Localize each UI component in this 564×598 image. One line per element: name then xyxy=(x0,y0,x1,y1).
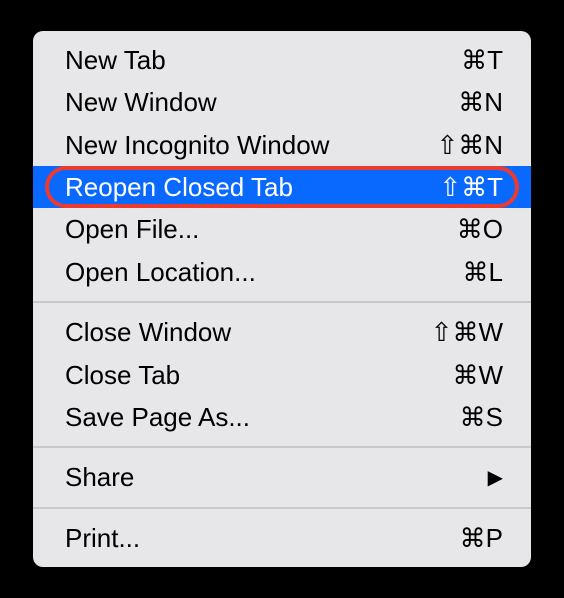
menu-item-shortcut: ⌘S xyxy=(460,399,503,435)
menu-item-shortcut: ⇧⌘W xyxy=(431,314,503,350)
menu-item-shortcut: ⌘W xyxy=(452,357,503,393)
menu-item-print[interactable]: Print...⌘P xyxy=(33,517,531,559)
menu-item-shortcut: ⌘P xyxy=(460,520,503,556)
menu-item-close-tab[interactable]: Close Tab⌘W xyxy=(33,354,531,396)
menu-item-shortcut: ⌘N xyxy=(458,84,503,120)
menu-item-shortcut: ⇧⌘N xyxy=(436,127,503,163)
menu-item-shortcut: ⌘O xyxy=(457,211,503,247)
menu-separator xyxy=(33,507,531,509)
menu-item-share[interactable]: Share▶ xyxy=(33,456,531,498)
menu-item-shortcut: ⌘L xyxy=(463,254,503,290)
menu-item-label: New Tab xyxy=(65,42,461,78)
menu-item-new-incognito-window[interactable]: New Incognito Window⇧⌘N xyxy=(33,124,531,166)
menu-item-new-tab[interactable]: New Tab⌘T xyxy=(33,39,531,81)
menu-item-label: Share xyxy=(65,459,488,495)
menu-item-open-file[interactable]: Open File...⌘O xyxy=(33,208,531,250)
menu-item-label: Close Tab xyxy=(65,357,452,393)
menu-separator xyxy=(33,446,531,448)
submenu-arrow-icon: ▶ xyxy=(488,464,503,492)
menu-item-label: Open Location... xyxy=(65,254,463,290)
menu-item-reopen-closed-tab[interactable]: Reopen Closed Tab⇧⌘T xyxy=(33,166,531,208)
menu-item-shortcut: ⇧⌘T xyxy=(439,169,503,205)
menu-item-label: Save Page As... xyxy=(65,399,460,435)
menu-item-open-location[interactable]: Open Location...⌘L xyxy=(33,251,531,293)
menu-item-save-page-as[interactable]: Save Page As...⌘S xyxy=(33,396,531,438)
menu-item-label: Print... xyxy=(65,520,460,556)
file-menu: New Tab⌘TNew Window⌘NNew Incognito Windo… xyxy=(33,31,531,567)
menu-item-label: Open File... xyxy=(65,211,457,247)
menu-item-label: Close Window xyxy=(65,314,431,350)
menu-separator xyxy=(33,301,531,303)
menu-item-new-window[interactable]: New Window⌘N xyxy=(33,81,531,123)
menu-item-label: New Incognito Window xyxy=(65,127,436,163)
menu-item-shortcut: ⌘T xyxy=(461,42,503,78)
menu-item-label: New Window xyxy=(65,84,458,120)
menu-item-label: Reopen Closed Tab xyxy=(65,169,439,205)
menu-item-close-window[interactable]: Close Window⇧⌘W xyxy=(33,311,531,353)
